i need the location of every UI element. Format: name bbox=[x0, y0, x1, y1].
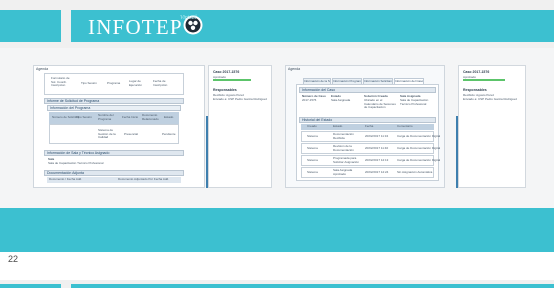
logo-text: INFOTEP bbox=[88, 15, 183, 39]
history-row-4-creator: Sistema bbox=[307, 170, 318, 174]
history-row-2-creator: Sistema bbox=[307, 146, 318, 150]
right-shot-title: Agenda bbox=[288, 67, 301, 71]
left-subsection-1[interactable]: Información del Programa bbox=[47, 105, 181, 111]
right-side-responsables: Responsables bbox=[463, 88, 487, 92]
left-grid-col-5: Documento Relacionado bbox=[142, 113, 159, 121]
brand-bar bbox=[0, 10, 554, 42]
case-state: Sala Asignada bbox=[331, 98, 351, 102]
next-slide-brand-gap bbox=[61, 284, 71, 288]
case-room: Sala de Capacitación Técnico Profesional bbox=[400, 98, 429, 106]
left-screenshot: Agenda Formulario de Sol. Coordi. Inscri… bbox=[33, 65, 205, 188]
left-side-progress bbox=[213, 79, 251, 81]
history-row-1-date: 20/02/2017 11:34 bbox=[365, 134, 389, 138]
history-row[interactable]: Sistema Revisión de la Documentación 20/… bbox=[301, 143, 440, 154]
right-side-title: Caso 2017-1576 bbox=[463, 70, 490, 74]
brand-gap bbox=[61, 10, 71, 42]
right-side-progress bbox=[463, 79, 505, 81]
left-top-col-4: Lugar de Ejecución bbox=[129, 79, 143, 87]
right-screenshot: Agenda Información de la Solicitud Infor… bbox=[285, 65, 445, 188]
history-row-4-comment: Sin Asignación Automática bbox=[397, 170, 433, 174]
right-content-box: Información del Caso Número de Caso Esta… bbox=[296, 84, 440, 181]
next-slide-brand-bar bbox=[0, 284, 554, 288]
left-section-1[interactable]: Informe de Solicitud de Programa bbox=[44, 98, 184, 104]
left-grid-row-state: Pendiente bbox=[162, 132, 176, 136]
case-solution: Ubicado en el Calendario de Sesiones de … bbox=[364, 98, 396, 109]
left-top-col-3: Programa bbox=[107, 81, 121, 85]
history-row-3-state: Programada para Solicitar Asignación bbox=[333, 156, 360, 164]
left-sala-value: Sala de Capacitación Técnico Profesional bbox=[48, 161, 104, 165]
history-row-3-comment: Carga de Documentación Digital bbox=[397, 158, 441, 162]
history-row-2-date: 20/02/2017 11:40 bbox=[365, 146, 389, 150]
left-side-title: Caso 2017-1576 bbox=[213, 70, 240, 74]
right-section-1[interactable]: Información del Caso bbox=[299, 87, 436, 93]
left-side-responsables: Responsables bbox=[213, 88, 237, 92]
left-grid-row[interactable]: Sistema de Gestión de la Calidad Presenc… bbox=[49, 124, 179, 144]
slide: INFOTEP Virtual Agenda Formulario de Sol… bbox=[0, 0, 554, 288]
left-top-col-1: Formulario de Sol. Coordi. Inscripcion bbox=[51, 76, 70, 87]
history-row-4-date: 20/02/2017 12:24 bbox=[365, 170, 389, 174]
left-doc-col-2: Documento Adjuntado Por Fecha Add. bbox=[118, 177, 170, 181]
history-row[interactable]: Sistema Programada para Solicitar Asigna… bbox=[301, 155, 440, 166]
history-row-3-date: 20/02/2017 12:13 bbox=[365, 158, 389, 162]
history-col-3: Fecha bbox=[365, 124, 374, 128]
history-row[interactable]: Sistema Sala Asignada Aprobado 20/02/201… bbox=[301, 167, 434, 178]
left-grid-row-program: Sistema de Gestión de la Calidad bbox=[98, 128, 116, 139]
history-row-4-state: Sala Asignada Aprobado bbox=[333, 168, 353, 176]
history-col-2: Estado bbox=[333, 124, 343, 128]
left-grid-col-1: Número de Solicitud bbox=[52, 115, 80, 119]
history-row-3-creator: Sistema bbox=[307, 158, 318, 162]
left-top-table: Formulario de Sol. Coordi. Inscripcion T… bbox=[44, 73, 184, 95]
left-grid-col-4: Fecha Inicio bbox=[122, 115, 139, 119]
left-grid-col-2: Tipo Sesión bbox=[76, 115, 92, 119]
history-row-2-comment: Carga de Documentación Digital bbox=[397, 146, 441, 150]
left-top-col-2: Tipo Sesión bbox=[81, 81, 97, 85]
left-section-2[interactable]: Información de Sala y Técnico Asignado bbox=[44, 150, 184, 156]
right-section-2[interactable]: Historial del Estado bbox=[299, 117, 436, 123]
screenshot-area: Agenda Formulario de Sol. Coordi. Inscri… bbox=[0, 48, 554, 208]
history-col-1: Creado bbox=[307, 124, 317, 128]
history-row-1-creator: Sistema bbox=[307, 134, 318, 138]
right-separator bbox=[456, 116, 458, 188]
history-row-1-comment: Carga de Documentación Digital bbox=[397, 134, 441, 138]
history-row[interactable]: Sistema Documentación Recibida 20/02/201… bbox=[301, 131, 440, 142]
right-side-line-2: Enviado a: CSP Pedro Garcia Rodriguez bbox=[463, 97, 518, 101]
left-shot-title: Agenda bbox=[36, 67, 49, 71]
infotep-logo: INFOTEP Virtual bbox=[88, 13, 204, 39]
right-side-panel: Caso 2017-1576 Aprobado Responsables Rec… bbox=[458, 65, 526, 188]
left-doc-col-1: Documento / Fecha Add. bbox=[49, 177, 83, 181]
history-row-1-state: Documentación Recibida bbox=[333, 132, 354, 140]
page-number: 22 bbox=[8, 254, 19, 264]
history-row-2-state: Revisión de la Documentación bbox=[333, 144, 354, 152]
left-grid-col-6: Estado bbox=[164, 115, 174, 119]
left-section-3[interactable]: Documentación Adjunta bbox=[44, 170, 184, 176]
footer-band bbox=[0, 208, 554, 252]
history-col-4: Comentario bbox=[397, 124, 413, 128]
logo-subtitle: Virtual bbox=[180, 15, 197, 21]
left-separator bbox=[206, 116, 208, 188]
left-grid-col-3: Nombre del Programa bbox=[98, 113, 114, 121]
left-side-line-2: Enviado a: CSP Pedro Garcia Rodriguez bbox=[213, 97, 268, 101]
case-number: 2017-1576 bbox=[302, 98, 317, 102]
left-top-col-5: Fecha de Inscripción bbox=[153, 79, 168, 87]
left-grid-row-type: Presencial bbox=[124, 132, 139, 136]
left-side-panel: Caso 2017-1576 Aprobado Responsables Rec… bbox=[208, 65, 272, 188]
